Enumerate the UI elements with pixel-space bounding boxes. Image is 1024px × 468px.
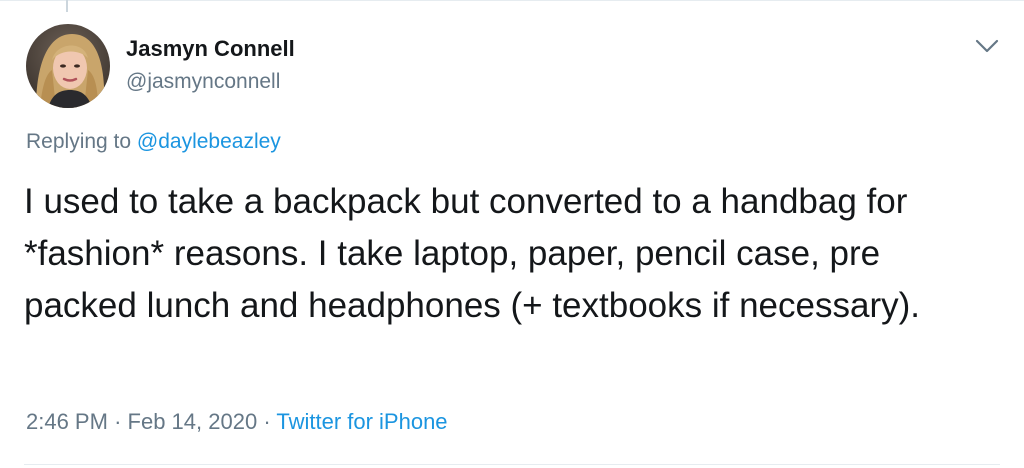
bottom-divider bbox=[24, 464, 1000, 465]
replying-to-mention-link[interactable]: @daylebeazley bbox=[137, 130, 281, 153]
meta-separator: · bbox=[263, 409, 271, 434]
tweet-source-link[interactable]: Twitter for iPhone bbox=[276, 409, 447, 434]
tweet-metadata: 2:46 PM · Feb 14, 2020 · Twitter for iPh… bbox=[26, 409, 448, 435]
meta-separator: · bbox=[114, 409, 122, 434]
avatar[interactable] bbox=[26, 24, 110, 108]
tweet-date-link[interactable]: Feb 14, 2020 bbox=[128, 409, 258, 434]
thread-connector bbox=[66, 0, 68, 12]
replying-to: Replying to @daylebeazley bbox=[26, 130, 281, 154]
tweet-text: I used to take a backpack but converted … bbox=[24, 182, 920, 325]
user-handle[interactable]: @jasmynconnell bbox=[126, 70, 280, 94]
chevron-down-icon[interactable] bbox=[974, 36, 1000, 56]
top-divider bbox=[0, 0, 1024, 1]
avatar-image bbox=[26, 24, 110, 108]
display-name[interactable]: Jasmyn Connell bbox=[126, 36, 295, 62]
tweet-time-link[interactable]: 2:46 PM bbox=[26, 409, 108, 434]
replying-to-label: Replying to bbox=[26, 130, 132, 153]
